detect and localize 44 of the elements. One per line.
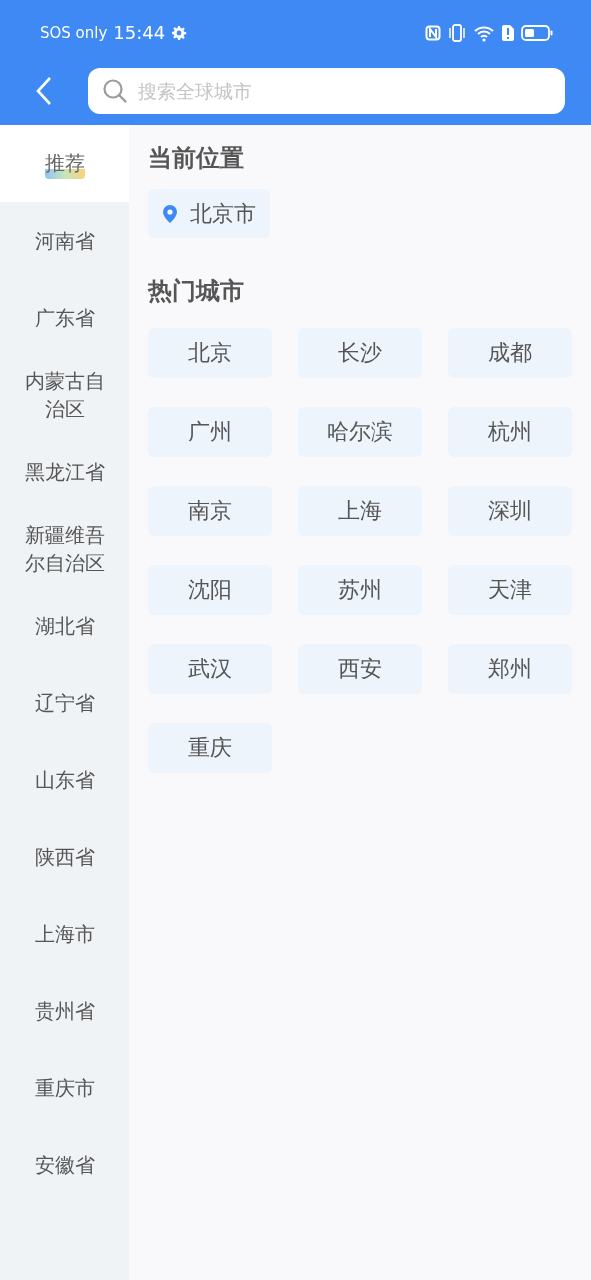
city-button[interactable]: 沈阳	[148, 565, 272, 615]
section-title: 当前位置	[148, 143, 245, 174]
city-button[interactable]: 武汉	[148, 644, 272, 694]
city-button[interactable]: 西安	[298, 644, 422, 694]
nfc-icon	[425, 24, 441, 41]
city-button[interactable]: 南京	[148, 486, 272, 536]
sidebar-item[interactable]: 上海市	[0, 895, 129, 972]
city-button[interactable]: 郑州	[448, 644, 572, 694]
sidebar-item[interactable]: 内蒙古自治区	[0, 356, 129, 433]
sidebar-item[interactable]: 安徽省	[0, 1126, 129, 1203]
sidebar-item[interactable]: 广东省	[0, 279, 129, 356]
sidebar-item[interactable]: 重庆市	[0, 1049, 129, 1126]
city-button[interactable]: 苏州	[298, 565, 422, 615]
city-button[interactable]: 成都	[448, 328, 572, 378]
city-button[interactable]: 哈尔滨	[298, 407, 422, 457]
city-button[interactable]: 北京	[148, 328, 272, 378]
battery-icon	[521, 23, 553, 42]
vibrate-icon	[447, 23, 467, 42]
location-pin-icon	[162, 203, 178, 224]
sidebar-item[interactable]: 贵州省	[0, 972, 129, 1049]
sidebar-item[interactable]: 陕西省	[0, 818, 129, 895]
city-button[interactable]: 上海	[298, 486, 422, 536]
sidebar-item[interactable]: 黑龙江省	[0, 433, 129, 510]
city-button[interactable]: 广州	[148, 407, 272, 457]
sidebar-item[interactable]: 山东省	[0, 741, 129, 818]
location-button[interactable]: 北京市	[148, 189, 270, 238]
section-title: 热门城市	[148, 276, 245, 307]
sidebar-item[interactable]: 新疆维吾尔自治区	[0, 510, 129, 587]
search-field[interactable]: 搜索全球城市	[88, 68, 565, 114]
city-button[interactable]: 天津	[448, 565, 572, 615]
sidebar-item[interactable]: 推荐	[0, 125, 129, 202]
chevron-left-icon	[35, 76, 53, 106]
city-button[interactable]: 深圳	[448, 486, 572, 536]
sidebar-item[interactable]: 辽宁省	[0, 664, 129, 741]
carrier-text: SOS only	[40, 23, 108, 42]
city-button[interactable]: 重庆	[148, 723, 272, 773]
sim-alert-icon	[501, 23, 515, 42]
sidebar-item[interactable]: 湖北省	[0, 587, 129, 664]
city-button[interactable]: 杭州	[448, 407, 572, 457]
status-time: 15:44	[113, 22, 166, 43]
settings-icon	[171, 24, 188, 41]
city-button[interactable]: 长沙	[298, 328, 422, 378]
sidebar-item[interactable]: 河南省	[0, 202, 129, 279]
wifi-icon	[473, 23, 495, 42]
